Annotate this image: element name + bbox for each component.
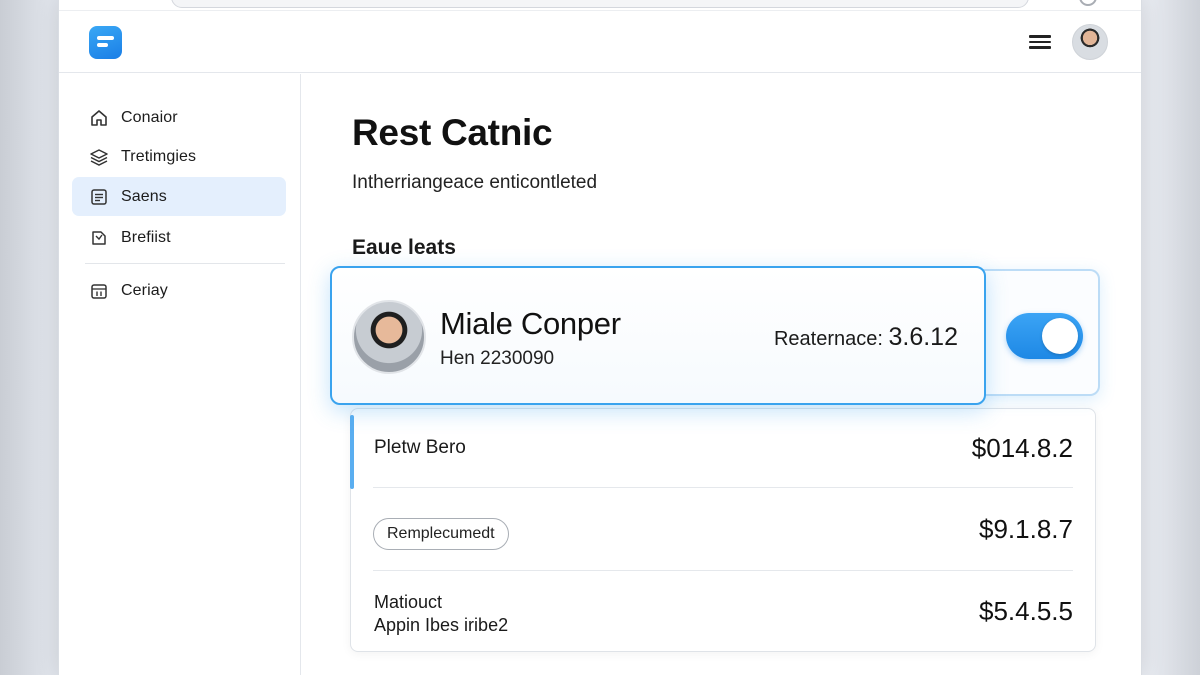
metric-label: Reaternace:	[773, 328, 883, 350]
sidebar-item-label: Conaior	[121, 108, 178, 126]
row-label-line2: Appin Ibes iribe2	[374, 615, 509, 635]
sidebar-item-conaior[interactable]: Conaior	[72, 98, 286, 137]
list-item[interactable]: Remplecumedt $9.1.8.7	[351, 488, 1095, 570]
profile-toggle[interactable]	[1006, 313, 1083, 359]
sidebar-divider	[85, 263, 285, 264]
list-item[interactable]: Pletw Bero $014.8.2	[351, 409, 1095, 487]
list-item[interactable]: Matiouct Appin Ibes iribe2 $5.4.5.5	[351, 571, 1095, 651]
main-content: Rest Catnic Intherriangeace enticontlete…	[302, 74, 1141, 675]
sidebar: Conaior Tretimgies Saens Brefiist Ceriay	[59, 74, 301, 675]
sidebar-item-label: Saens	[121, 187, 167, 205]
layers-icon	[89, 147, 109, 167]
metric-value: 3.6.12	[888, 323, 958, 351]
row-label: Pletw Bero	[374, 437, 466, 458]
sidebar-item-brefiist[interactable]: Brefiist	[72, 218, 286, 257]
row-chip[interactable]: Remplecumedt	[373, 518, 509, 550]
app-header	[59, 10, 1141, 73]
profile-avatar	[352, 300, 426, 374]
user-avatar-icon[interactable]	[1072, 24, 1108, 60]
tag-icon	[89, 228, 109, 248]
app-window: Conaior Tretimgies Saens Brefiist Ceriay…	[58, 0, 1142, 675]
sidebar-item-ceriay[interactable]: Ceriay	[72, 271, 286, 310]
sidebar-item-tretimgies[interactable]: Tretimgies	[72, 137, 286, 176]
home-icon	[89, 108, 109, 128]
address-bar[interactable]	[171, 0, 1029, 8]
row-label-line1: Matiouct	[374, 592, 443, 612]
row-amount: $9.1.8.7	[979, 514, 1073, 544]
section-heading: Eaue leats	[352, 236, 456, 259]
sidebar-item-label: Tretimgies	[121, 147, 197, 165]
sidebar-item-label: Brefiist	[121, 228, 171, 246]
calendar-icon	[89, 281, 109, 301]
toggle-knob	[1042, 318, 1078, 354]
hamburger-menu-icon[interactable]	[1027, 32, 1053, 54]
toggle-panel	[978, 269, 1100, 396]
page-title: Rest Catnic	[352, 112, 553, 153]
sidebar-item-label: Ceriay	[121, 281, 168, 299]
profile-name: Miale Conper	[440, 306, 621, 341]
profile-card[interactable]: Miale Conper Hen 2230090 Reaternace: 3.6…	[330, 266, 986, 405]
row-amount: $014.8.2	[971, 433, 1073, 463]
sidebar-item-saens[interactable]: Saens	[72, 177, 286, 216]
profile-metric: Reaternace: 3.6.12	[774, 323, 958, 352]
amounts-list: Pletw Bero $014.8.2 Remplecumedt $9.1.8.…	[350, 408, 1096, 652]
app-logo-icon[interactable]	[89, 26, 122, 59]
row-amount: $5.4.5.5	[979, 596, 1073, 626]
list-box-icon	[89, 187, 109, 207]
browser-control-icon[interactable]	[1079, 0, 1097, 6]
profile-id: Hen 2230090	[440, 348, 555, 369]
page-subtitle: Intherriangeace enticontleted	[352, 172, 598, 193]
